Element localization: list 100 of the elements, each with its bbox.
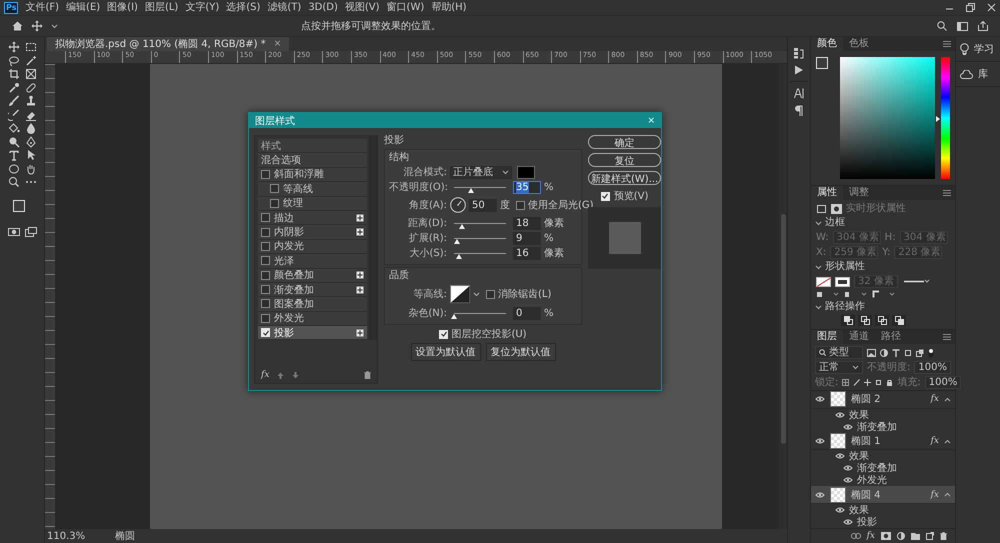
checkbox[interactable] — [516, 200, 525, 210]
zoom-level[interactable]: 110.3% — [47, 530, 86, 542]
checkbox[interactable] — [261, 270, 270, 280]
move-down-icon[interactable] — [292, 372, 300, 379]
side-panel-button[interactable]: 库 — [956, 62, 1000, 87]
checkbox[interactable] — [261, 213, 270, 222]
type-tool-icon[interactable] — [8, 149, 20, 161]
panel-menu-icon[interactable] — [943, 334, 951, 340]
home-icon[interactable] — [12, 21, 23, 31]
number-field[interactable]: 18 — [513, 216, 541, 230]
paragraph-icon[interactable] — [795, 105, 803, 116]
caret-icon[interactable] — [852, 365, 860, 370]
eye-icon[interactable] — [835, 452, 845, 460]
character-icon[interactable] — [794, 88, 804, 99]
stroke-align-icon[interactable] — [816, 290, 840, 299]
number-field[interactable]: 9 — [513, 232, 541, 244]
contour-swatch-icon[interactable] — [450, 285, 470, 303]
opacity-field[interactable]: 100% — [914, 361, 951, 374]
plus-icon[interactable] — [356, 328, 364, 337]
text-filter-icon[interactable] — [892, 348, 900, 356]
style-list-item[interactable]: 等高线 — [258, 182, 367, 197]
ellipse-tool-icon[interactable] — [8, 162, 20, 174]
add-mask-icon[interactable] — [881, 532, 891, 540]
screen-mode-icon[interactable] — [24, 226, 36, 238]
number-field[interactable]: 0 — [513, 306, 541, 320]
eyedropper-icon[interactable] — [8, 82, 20, 94]
side-panel-button[interactable]: 学习 — [956, 37, 1000, 62]
slider-thumb[interactable] — [468, 188, 474, 192]
style-list-item[interactable]: 光泽 — [258, 254, 367, 269]
eye-icon[interactable] — [815, 490, 825, 499]
stamp-icon[interactable] — [24, 95, 36, 107]
move-lock-icon[interactable] — [864, 379, 872, 386]
checkbox[interactable] — [261, 256, 270, 266]
eye-icon[interactable] — [843, 422, 853, 431]
checkbox[interactable] — [261, 299, 270, 308]
menu-item[interactable]: 视图(V) — [344, 1, 380, 14]
hand-icon[interactable] — [24, 162, 36, 174]
zoom-icon[interactable] — [8, 176, 20, 188]
plus-icon[interactable] — [356, 286, 364, 294]
collapse-caret-icon[interactable] — [944, 492, 951, 498]
stroke-swatch-icon[interactable] — [835, 276, 850, 286]
filter-dropdown[interactable]: 类型 — [815, 346, 863, 359]
expand-caret-icon[interactable] — [815, 220, 822, 226]
layer-row[interactable]: 椭圆 1 fx — [811, 432, 955, 450]
panel-tab[interactable]: 调整 — [843, 186, 875, 200]
expand-caret-icon[interactable] — [815, 264, 822, 270]
checkbox[interactable] — [261, 242, 270, 251]
stroke-corner-icon[interactable] — [872, 290, 896, 299]
brush-lock-icon[interactable] — [853, 379, 860, 386]
drop-icon[interactable] — [24, 122, 36, 134]
scrollbar[interactable] — [779, 64, 787, 529]
style-list-item[interactable]: 描边 — [258, 210, 367, 226]
section-title[interactable]: 形状属性 — [825, 261, 865, 273]
panel-tab[interactable]: 路径 — [875, 330, 907, 344]
caret-icon[interactable] — [473, 292, 480, 296]
path-operation-button[interactable] — [841, 315, 855, 326]
panel-tab[interactable]: 属性 — [811, 186, 843, 200]
move-tool-icon[interactable] — [31, 20, 43, 32]
pen-tool-icon[interactable] — [24, 136, 36, 148]
brush-icon[interactable] — [8, 95, 20, 107]
crop-tool-icon[interactable] — [8, 68, 20, 80]
default-button[interactable]: 设置为默认值 — [410, 343, 480, 361]
menu-item[interactable]: 帮助(H) — [431, 1, 467, 14]
slider-thumb[interactable] — [454, 238, 460, 244]
style-list-item[interactable]: 内发光 — [258, 240, 367, 254]
menu-item[interactable]: 滤镜(T) — [267, 1, 302, 14]
magic-wand-icon[interactable] — [24, 54, 36, 66]
style-list-item[interactable]: 纹理 — [258, 196, 367, 211]
caret-icon[interactable] — [502, 170, 509, 174]
history-icon[interactable] — [793, 47, 805, 59]
path-operation-button[interactable] — [858, 315, 872, 326]
smart-object-filter-icon[interactable] — [916, 348, 924, 356]
plus-icon[interactable] — [356, 271, 364, 280]
collapse-caret-icon[interactable] — [944, 438, 951, 444]
toggle-icon[interactable] — [928, 348, 934, 358]
checkbox[interactable] — [261, 170, 270, 179]
panel-menu-icon[interactable] — [943, 41, 951, 47]
artboard-lock-icon[interactable] — [875, 379, 882, 386]
checkbox[interactable] — [261, 314, 270, 323]
effects-badge[interactable]: fx — [930, 436, 939, 446]
lock-pixels-icon[interactable] — [842, 379, 850, 386]
bandage-icon[interactable] — [24, 82, 36, 94]
default-button[interactable]: 复位为默认值 — [486, 343, 556, 361]
adjustment-layer-icon[interactable] — [897, 532, 905, 540]
new-layer-icon[interactable] — [926, 532, 934, 540]
eye-icon[interactable] — [843, 476, 853, 484]
menu-item[interactable]: 图层(L) — [144, 1, 178, 14]
eye-icon[interactable] — [843, 518, 853, 526]
panel-tab[interactable]: 通道 — [843, 330, 875, 344]
document-tab[interactable]: 拟物浏览器.psd @ 110% (椭圆 4, RGB/8#) * × — [47, 37, 290, 51]
fill-swatch-icon[interactable] — [816, 276, 831, 286]
quick-mask-icon[interactable] — [8, 226, 20, 238]
angle-dial-icon[interactable] — [450, 197, 466, 213]
shape-bounds-icon[interactable] — [816, 204, 827, 214]
style-list-item[interactable]: 内阴影 — [258, 225, 367, 240]
eye-icon[interactable] — [815, 437, 825, 445]
number-field[interactable]: 16 — [513, 246, 541, 260]
blend-mode-dropdown[interactable]: 正常 — [815, 361, 864, 374]
color-swatch[interactable] — [517, 166, 535, 178]
slider-thumb[interactable] — [459, 224, 466, 228]
